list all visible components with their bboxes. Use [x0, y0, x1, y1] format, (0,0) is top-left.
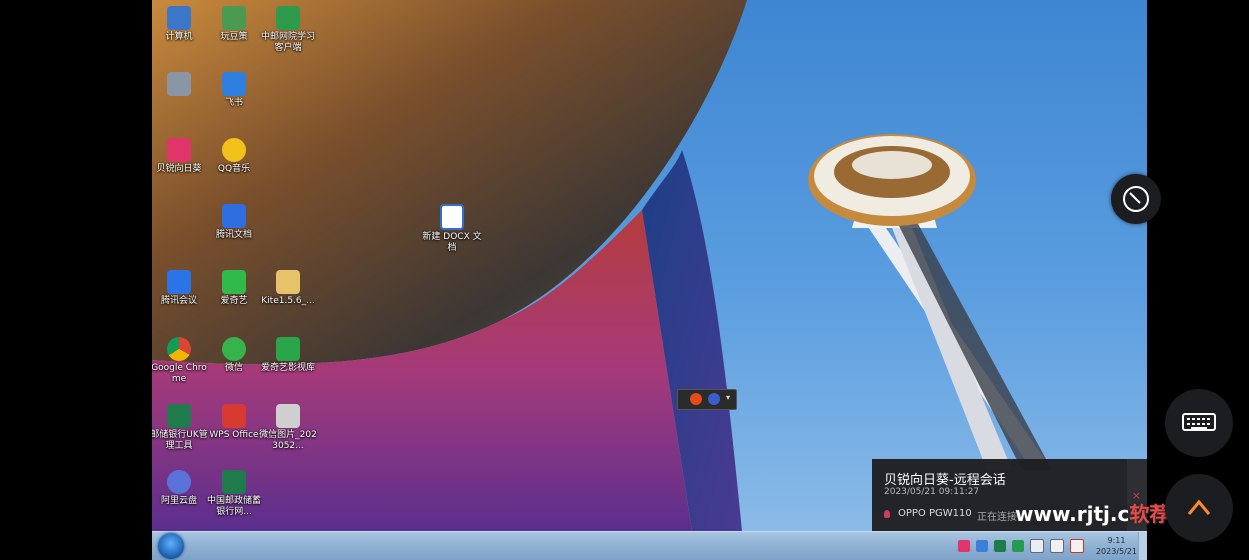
desktop-icon-kite[interactable]: Kite1.5.6_... [258, 270, 318, 307]
notification-title: 贝锐向日葵-远程会话 [884, 473, 1006, 488]
sunlogin-small-icon [884, 510, 890, 518]
desktop-icon-wps[interactable]: WPS Office [204, 404, 264, 441]
notification-status: 正在连接 [977, 512, 1017, 523]
system-tray: 9:11 2023/5/21 [957, 532, 1137, 560]
bank-icon [222, 470, 246, 494]
device-icon[interactable] [1049, 539, 1064, 553]
iqiyi-icon [222, 270, 246, 294]
start-button[interactable] [158, 533, 184, 559]
volume-icon[interactable] [1069, 539, 1084, 553]
desktop-icon-tencent-meeting[interactable]: 腾讯会议 [152, 270, 209, 307]
notification-device: OPPO PGW110 [898, 508, 972, 519]
cloud-icon [167, 470, 191, 494]
app-icon [276, 6, 300, 30]
word-document-icon [440, 204, 464, 230]
remote-desktop[interactable]: 计算机 玩豆策 中邮网院学习客户端 飞书 贝锐向日葵 QQ音乐 腾讯文档 腾讯会… [152, 0, 1147, 531]
cloud-tray-icon[interactable] [975, 540, 988, 552]
toolbar-toggle-button[interactable] [1165, 474, 1233, 542]
desktop-icon-recycle-bin[interactable] [152, 72, 209, 98]
desktop-icon-new-docx[interactable]: 新建 DOCX 文档 [422, 204, 482, 254]
desktop-icon-feishu[interactable]: 飞书 [204, 72, 264, 109]
computer-icon [167, 6, 191, 30]
recycle-bin-icon [167, 72, 191, 96]
app-icon [222, 6, 246, 30]
network-icon[interactable] [1029, 539, 1044, 553]
chevron-up-icon [1187, 499, 1211, 515]
desktop-icon-sunlogin[interactable]: 贝锐向日葵 [152, 138, 209, 175]
keyboard-icon [1182, 413, 1216, 431]
space-needle [808, 134, 1052, 470]
show-desktop-button[interactable] [1138, 532, 1147, 560]
bank-tray-icon[interactable] [1011, 540, 1024, 552]
desktop-icon-psbc-uk[interactable]: 邮储银行UK管理工具 [152, 404, 209, 452]
mouse-pointer-icon [1123, 186, 1149, 212]
sogou-icon[interactable] [690, 393, 702, 405]
desktop-icon-iqiyi-library[interactable]: 爱奇艺影视库 [258, 337, 318, 374]
sunlogin-tray-icon[interactable] [957, 540, 970, 552]
mouse-mode-button[interactable] [1111, 174, 1161, 224]
document-icon [222, 204, 246, 228]
wps-icon [222, 404, 246, 428]
clock-time: 9:11 [1107, 536, 1126, 545]
desktop-icon-chrome[interactable]: Google Chrome [152, 337, 209, 385]
taskbar: 9:11 2023/5/21 [152, 531, 1147, 560]
desktop-icon-zhongyou-learning[interactable]: 中邮网院学习客户端 [258, 6, 318, 54]
ime-toolbar[interactable]: ▾ [677, 389, 737, 410]
folder-icon [276, 337, 300, 361]
keyboard-button[interactable] [1165, 389, 1233, 457]
desktop-icon-tencent-docs[interactable]: 腾讯文档 [204, 204, 264, 241]
desktop-icon-wechat[interactable]: 微信 [204, 337, 264, 374]
desktop-icon-computer[interactable]: 计算机 [152, 6, 209, 43]
app-icon [222, 72, 246, 96]
watermark-url: www.rjtj.c [1015, 502, 1130, 526]
folder-icon [276, 270, 300, 294]
clock-date: 2023/5/21 [1095, 547, 1137, 556]
desktop-icon-wandouce[interactable]: 玩豆策 [204, 6, 264, 43]
desktop-icon-aliyun-drive[interactable]: 阿里云盘 [152, 470, 209, 507]
desktop-icon-psbc-web[interactable]: 中国邮政储蓄银行网... [204, 470, 264, 518]
meeting-icon [167, 270, 191, 294]
desktop-icon-wechat-image[interactable]: 微信图片_2023052... [258, 404, 318, 452]
chrome-icon [167, 337, 191, 361]
desktop-icon-iqiyi[interactable]: 爱奇艺 [204, 270, 264, 307]
watermark: www.rjtj.c软荐网 [1015, 498, 1189, 527]
desktop-icon-qq-music[interactable]: QQ音乐 [204, 138, 264, 175]
music-icon [222, 138, 246, 162]
notification-time: 2023/05/21 09:11:27 [884, 487, 980, 497]
image-file-icon [276, 404, 300, 428]
app-tray-icon[interactable] [993, 540, 1006, 552]
sunlogin-icon [167, 138, 191, 162]
chevron-down-icon[interactable]: ▾ [726, 393, 732, 405]
clock[interactable]: 9:11 2023/5/21 [1096, 535, 1137, 557]
wechat-icon [222, 337, 246, 361]
help-icon[interactable] [708, 393, 720, 405]
bank-icon [167, 404, 191, 428]
